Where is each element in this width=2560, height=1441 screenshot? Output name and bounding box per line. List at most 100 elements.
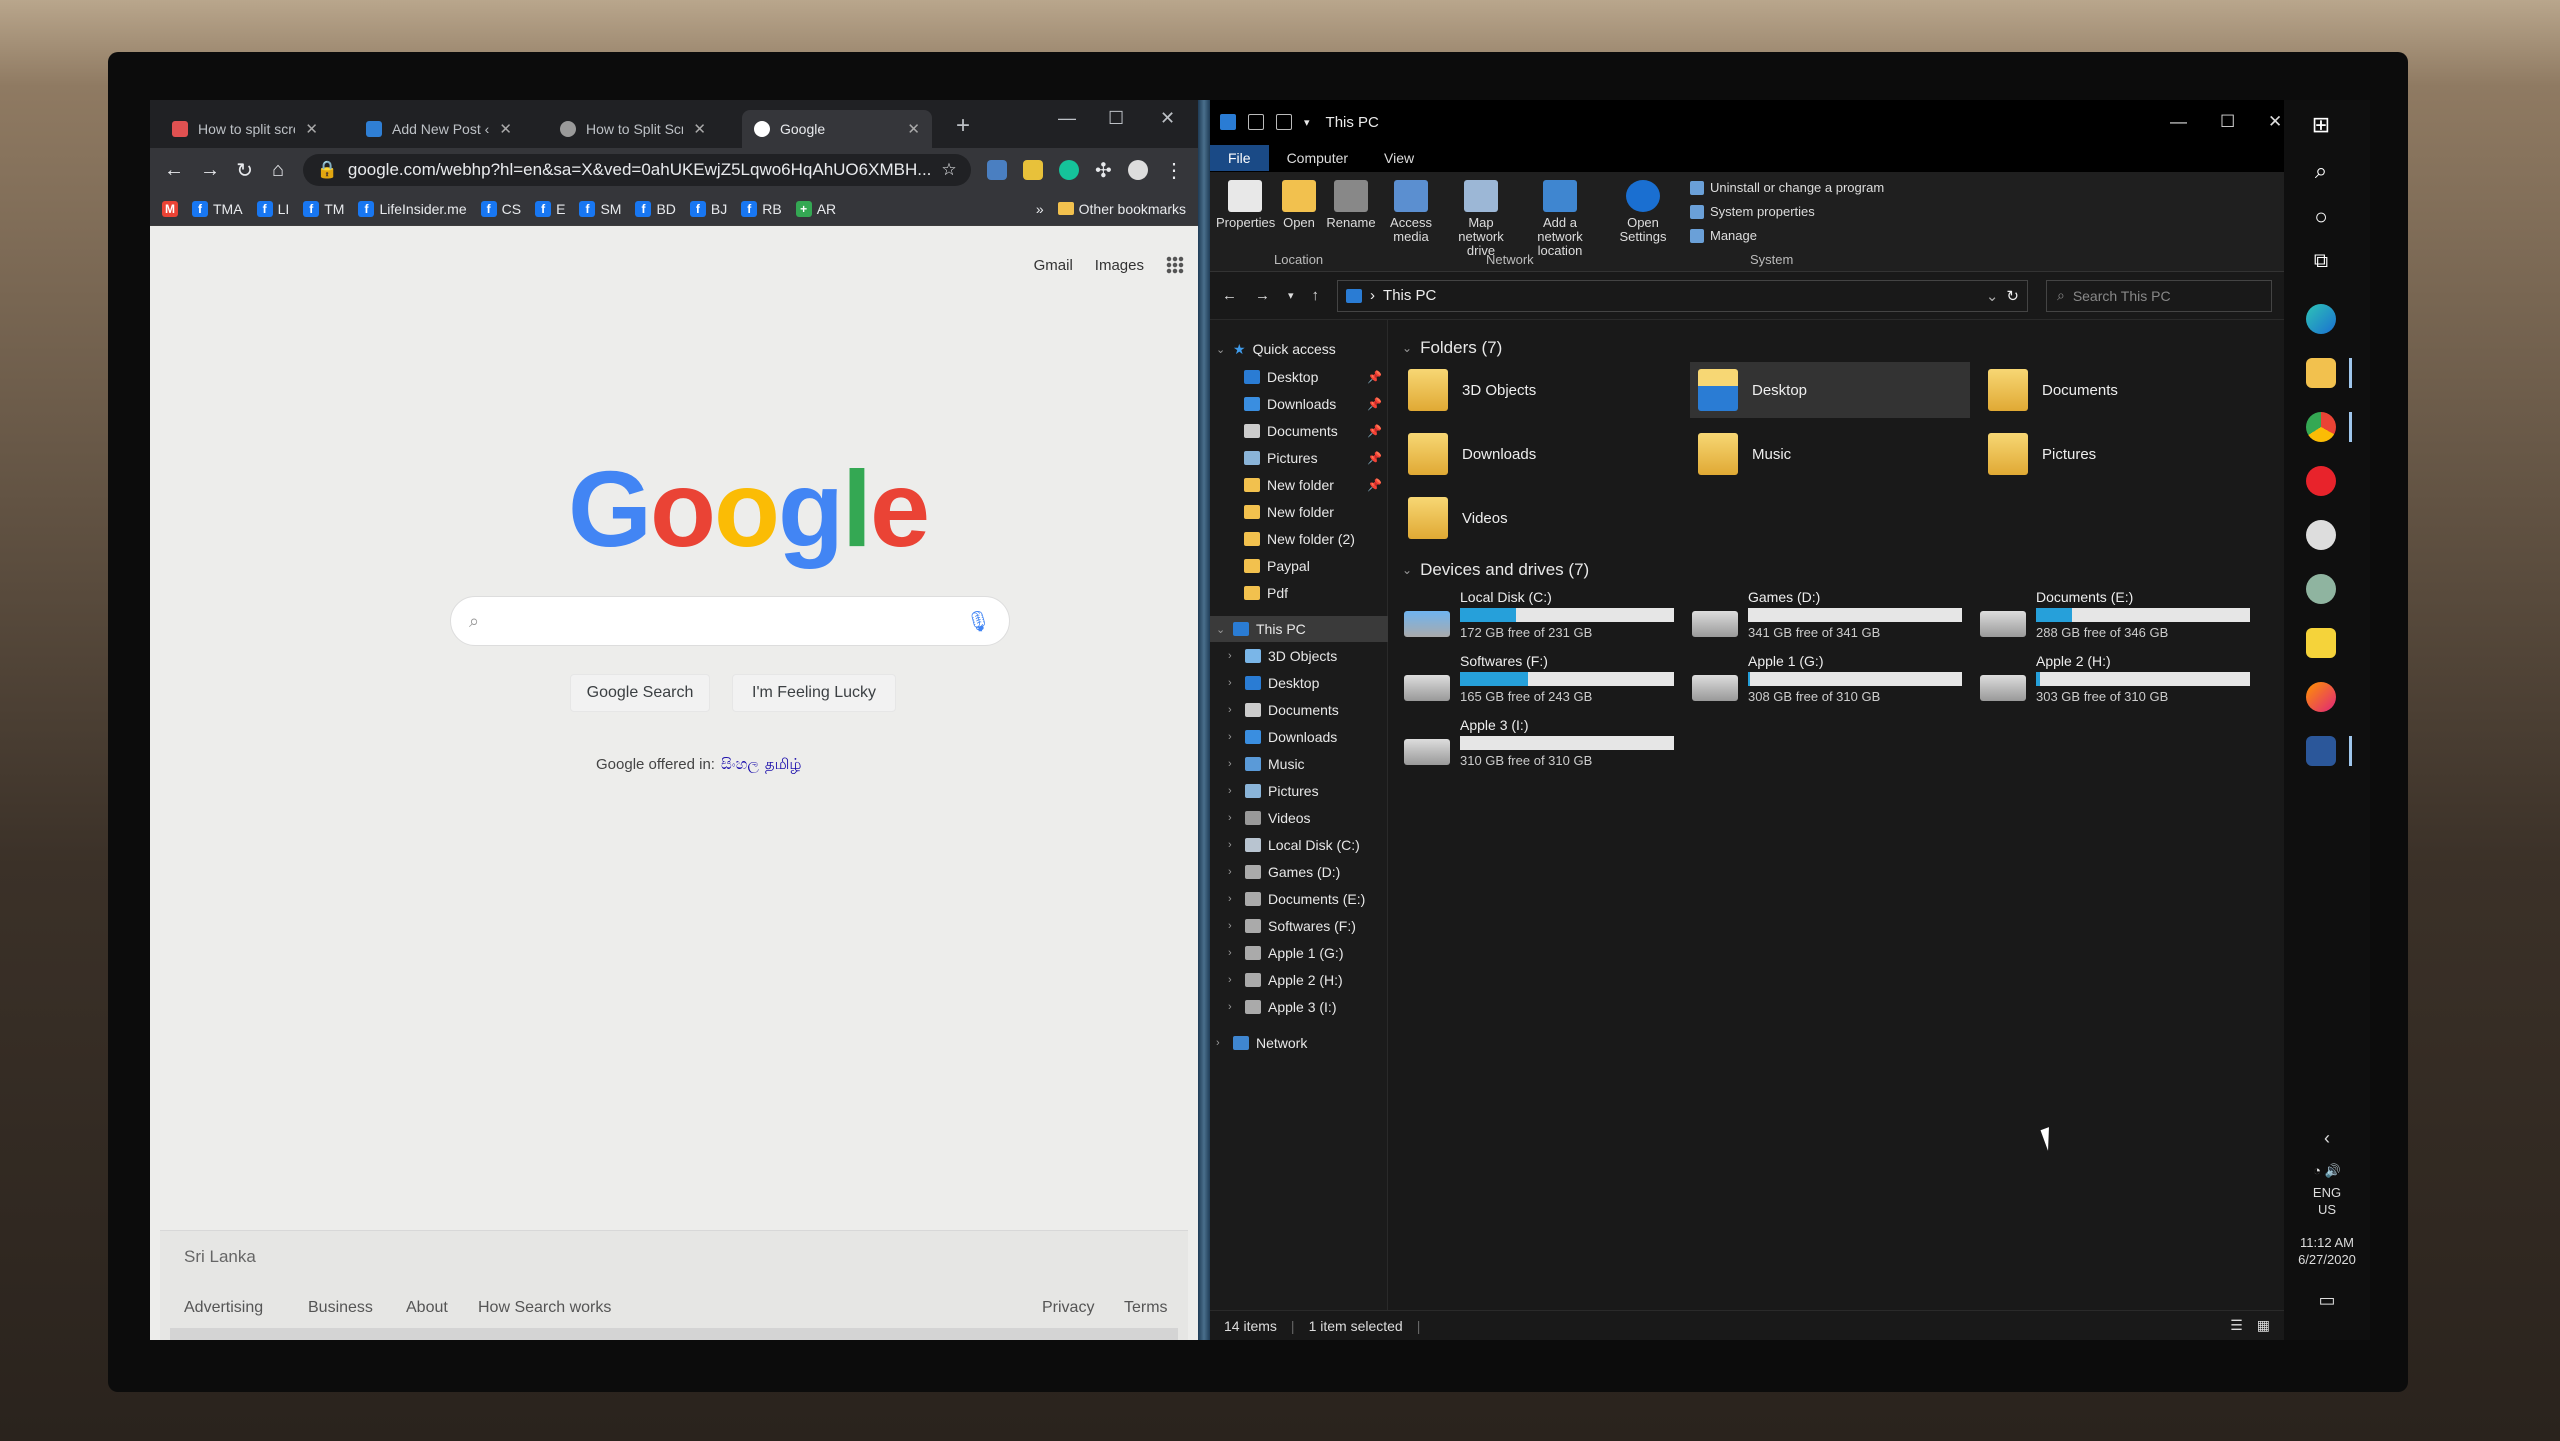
properties-quick-icon[interactable] [1248, 114, 1264, 130]
opera-icon[interactable] [2306, 466, 2336, 496]
back-icon[interactable]: ← [164, 159, 184, 182]
nav-pc-item[interactable]: › Apple 1 (G:) [1210, 940, 1388, 966]
bookmark-item[interactable]: fE [535, 200, 565, 217]
nav-pc-item[interactable]: › Downloads [1210, 724, 1388, 750]
chevron-down-icon[interactable]: ▾ [1304, 116, 1310, 129]
maximize-icon[interactable]: ☐ [2220, 112, 2235, 132]
language-link-tamil[interactable]: தமிழ் [765, 756, 802, 773]
folder-item[interactable]: Music [1690, 426, 1970, 482]
drive-item[interactable]: Apple 3 (I:) 310 GB free of 310 GB [1404, 712, 1690, 772]
chevron-right-icon[interactable]: › [1228, 731, 1238, 743]
chevron-right-icon[interactable]: › [1228, 947, 1238, 959]
search-box[interactable]: ⌕ 🎙 [450, 596, 1010, 646]
task-view-icon[interactable]: ⧉ [2306, 250, 2336, 280]
details-view-icon[interactable]: ☰ [2230, 1317, 2243, 1334]
nav-pc-item[interactable]: › 3D Objects [1210, 643, 1388, 669]
close-icon[interactable]: ✕ [499, 120, 512, 138]
back-icon[interactable]: ← [1222, 287, 1237, 304]
manage-button[interactable]: Manage [1690, 228, 1757, 243]
nav-quick-documents[interactable]: Documents 📌 [1210, 418, 1388, 444]
chevron-left-icon[interactable]: ‹ [2284, 1129, 2370, 1147]
chevron-right-icon[interactable]: › [1228, 839, 1238, 851]
chevron-right-icon[interactable]: › [1228, 704, 1238, 716]
nav-quick-downloads[interactable]: Downloads 📌 [1210, 391, 1388, 417]
chevron-down-icon[interactable]: ⌄ [1216, 343, 1226, 356]
nav-quick-new-folder-2[interactable]: New folder (2) [1210, 526, 1388, 552]
drive-item[interactable]: Local Disk (C:) 172 GB free of 231 GB [1404, 584, 1690, 644]
rename-button[interactable]: Rename [1322, 180, 1380, 230]
close-icon[interactable]: ✕ [693, 120, 706, 138]
cortana-icon[interactable]: ○ [2306, 204, 2336, 234]
close-window-icon[interactable]: ✕ [2268, 112, 2282, 132]
feeling-lucky-button[interactable]: I'm Feeling Lucky [732, 674, 896, 712]
nav-quick-pictures[interactable]: Pictures 📌 [1210, 445, 1388, 471]
business-link[interactable]: Business [308, 1299, 373, 1317]
tab-3[interactable]: How to Split Screen ✕ [548, 110, 718, 148]
tab-1[interactable]: How to split screen ✕ [160, 110, 330, 148]
minimize-icon[interactable]: — [1058, 108, 1076, 129]
bookmark-item[interactable]: f LI [256, 200, 289, 217]
folder-item-selected[interactable]: Desktop [1690, 362, 1970, 418]
chevron-right-icon[interactable]: › [1228, 758, 1238, 770]
folder-item[interactable]: Downloads [1400, 426, 1680, 482]
word-icon[interactable] [2306, 736, 2352, 766]
search-icon[interactable]: ⌕ [2306, 158, 2336, 188]
chevron-right-icon[interactable]: › [1228, 677, 1238, 689]
clock[interactable]: 11:12 AM 6/27/2020 [2284, 1234, 2370, 1268]
nav-pc-item[interactable]: › Local Disk (C:) [1210, 832, 1388, 858]
close-icon[interactable]: ✕ [907, 120, 920, 138]
pin-icon[interactable]: 📌 [1367, 451, 1382, 465]
gmail-link[interactable]: Gmail [1034, 257, 1073, 274]
chevron-right-icon[interactable]: › [1228, 1001, 1238, 1013]
map-network-drive-button[interactable]: Map network drive [1446, 180, 1516, 258]
chevron-right-icon[interactable]: › [1228, 650, 1238, 662]
chevron-down-icon[interactable]: ⌄ [1986, 287, 1999, 305]
nav-quick-pdf[interactable]: Pdf [1210, 580, 1388, 606]
extension-icon[interactable] [986, 160, 1007, 180]
notification-icon[interactable]: ▭ [2284, 1291, 2370, 1309]
reload-icon[interactable]: ↻ [236, 158, 253, 183]
bookmark-item[interactable]: f LifeInsider.me [358, 200, 467, 217]
privacy-link[interactable]: Privacy [1042, 1299, 1094, 1317]
chevron-right-icon[interactable]: › [1228, 812, 1238, 824]
apps-grid-icon[interactable] [1166, 256, 1184, 274]
nav-quick-desktop[interactable]: Desktop 📌 [1210, 364, 1388, 390]
address-bar[interactable]: 🔒 google.com/webhp?hl=en&sa=X&ved=0ahUKE… [302, 154, 971, 186]
drive-item[interactable]: Documents (E:) 288 GB free of 346 GB [1980, 584, 2266, 644]
search-this-pc[interactable]: ⌕ Search This PC [2045, 279, 2272, 312]
nav-pc-item[interactable]: › Documents [1210, 697, 1388, 723]
folder-item[interactable]: Videos [1400, 490, 1680, 546]
home-icon[interactable]: ⌂ [269, 159, 286, 182]
chevron-down-icon[interactable]: ⌄ [1216, 623, 1226, 636]
close-window-icon[interactable]: ✕ [1160, 108, 1175, 129]
tab-google[interactable]: Google ✕ [742, 110, 932, 148]
new-folder-quick-icon[interactable] [1276, 114, 1292, 130]
open-settings-button[interactable]: Open Settings [1614, 180, 1672, 244]
nav-quick-paypal[interactable]: Paypal [1210, 553, 1388, 579]
chevron-right-icon[interactable]: › [1228, 866, 1238, 878]
access-media-button[interactable]: Access media [1382, 180, 1440, 244]
recent-locations-icon[interactable]: ▾ [1288, 289, 1294, 302]
drive-item[interactable]: Apple 2 (H:) 303 GB free of 310 GB [1980, 648, 2266, 708]
nav-quick-new-folder[interactable]: New folder 📌 [1210, 472, 1388, 498]
close-icon[interactable]: ✕ [305, 120, 318, 138]
network-volume-icons[interactable]: ◔ 🔊 [2284, 1162, 2370, 1179]
avatar[interactable] [1128, 160, 1148, 180]
grammarly-icon[interactable] [1058, 160, 1079, 180]
uninstall-program-button[interactable]: Uninstall or change a program [1690, 180, 1884, 195]
drive-item[interactable]: Softwares (F:) 165 GB free of 243 GB [1404, 648, 1690, 708]
add-network-location-button[interactable]: Add a network location [1520, 180, 1600, 258]
bookmark-item[interactable]: f SM [579, 200, 621, 217]
pin-icon[interactable]: 📌 [1367, 397, 1382, 411]
nav-quick-new-folder[interactable]: New folder [1210, 499, 1388, 525]
nav-network[interactable]: › Network [1210, 1030, 1388, 1056]
chrome-icon[interactable] [2306, 412, 2352, 442]
language-link-sinhala[interactable]: සිංහල [721, 756, 759, 773]
bookmark-item[interactable]: f CS [480, 200, 521, 217]
sticky-notes-icon[interactable] [2306, 628, 2336, 658]
other-bookmarks[interactable]: Other bookmarks [1057, 201, 1186, 217]
drive-item[interactable]: Games (D:) 341 GB free of 341 GB [1692, 584, 1978, 644]
horizontal-scrollbar[interactable] [170, 1328, 1178, 1340]
drives-header[interactable]: ⌄ Devices and drives (7) [1402, 560, 1589, 580]
nav-pc-item[interactable]: › Apple 2 (H:) [1210, 967, 1388, 993]
